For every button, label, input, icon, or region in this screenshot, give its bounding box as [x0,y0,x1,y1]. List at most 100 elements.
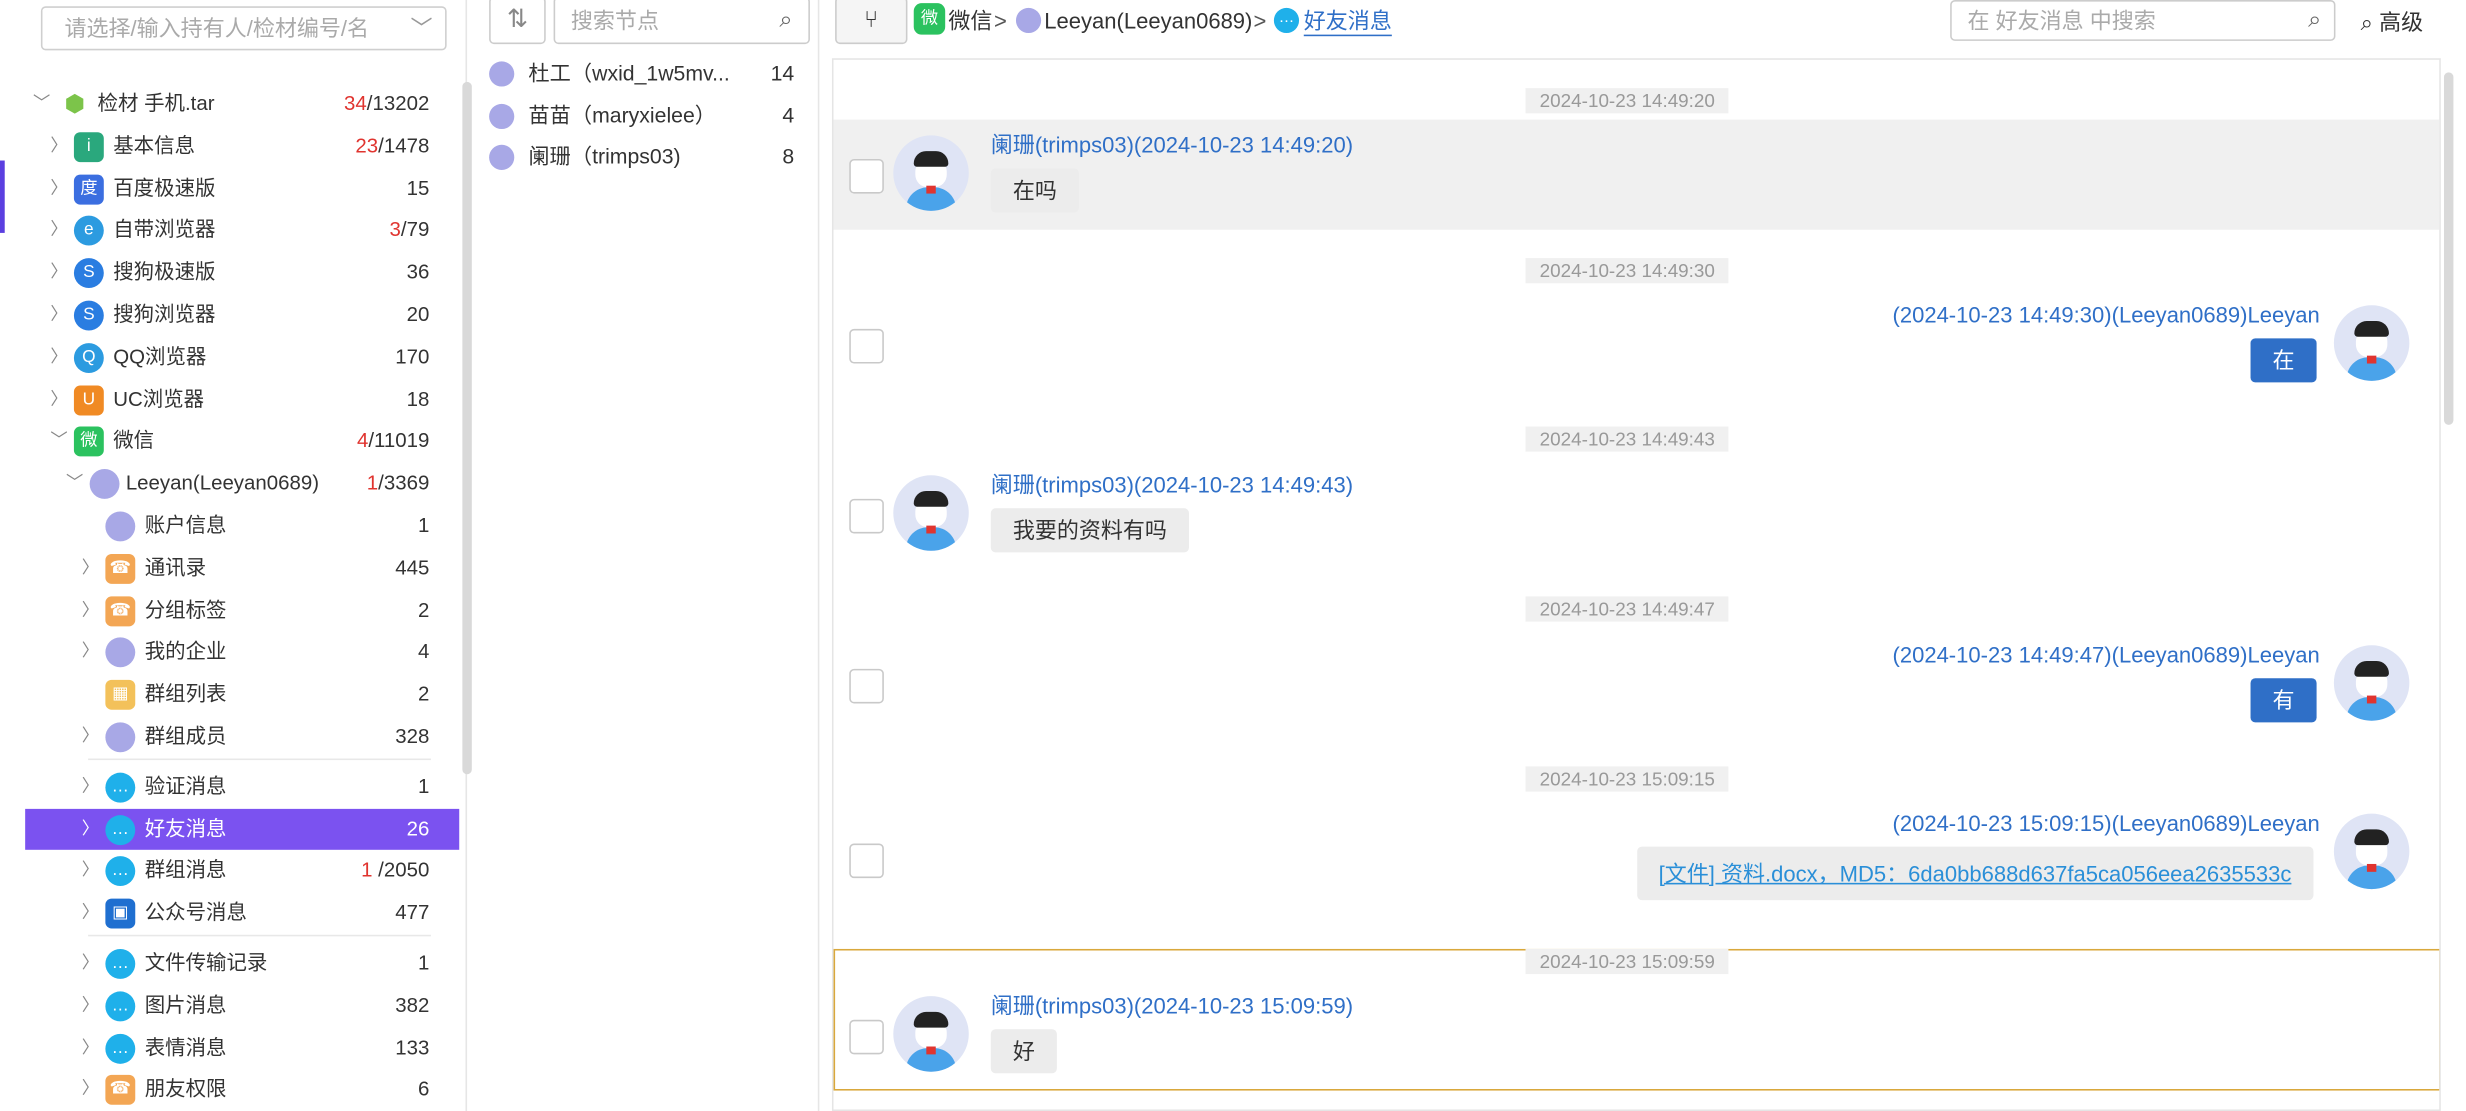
user-avatar-icon [1015,7,1042,34]
tree-item-count: 133 [395,1034,430,1059]
tree-item-label: 表情消息 [144,1034,227,1059]
chevron-right-icon[interactable]: 〉 [82,632,99,674]
chevron-right-icon[interactable]: 〉 [82,589,99,631]
tree-item-sogou-fast[interactable]: 〉 S 搜狗极速版 36 [25,252,459,294]
tree-item-root[interactable]: ﹀ ⬢ 检材 手机.tar 34/13202 [25,83,459,125]
chevron-right-icon[interactable]: 〉 [50,379,67,421]
chat-bubble-icon: … [105,814,136,845]
chevron-down-icon[interactable]: ﹀ [410,8,432,49]
message-sender: 阑珊(trimps03)(2024-10-23 14:49:20) [990,132,1354,158]
tree-item-uc-browser[interactable]: 〉 U UC浏览器 18 [25,379,459,421]
tree-item-moments-permission[interactable]: 〉 ☎ 朋友权限 6 [25,1069,459,1111]
node-search-input[interactable]: 搜索节点 ⌕ [553,0,810,45]
tree-item-sogou[interactable]: 〉 S 搜狗浏览器 20 [25,294,459,336]
tree-item-label: 好友消息 [144,816,227,840]
chat-scrollbar[interactable] [2443,72,2454,425]
permission-icon: ☎ [105,1075,136,1106]
breadcrumb-separator: > [993,7,1007,34]
message-bubble[interactable]: 好 [990,1029,1057,1074]
search-icon[interactable]: ⌕ [2308,2,2321,40]
tree-item-group-tags[interactable]: 〉 ☎ 分组标签 2 [25,589,459,631]
message-checkbox[interactable] [849,158,884,194]
message-checkbox[interactable] [849,328,884,364]
tree-item-basic-info[interactable]: 〉 i 基本信息 23/1478 [25,126,459,168]
tree-item-group-messages[interactable]: 〉 … 群组消息 1 /2050 [25,850,459,892]
chevron-right-icon[interactable]: 〉 [82,547,99,589]
user-avatar-icon [489,144,515,170]
chevron-down-icon[interactable]: ﹀ [66,463,83,505]
contact-item[interactable]: 杜工（wxid_1w5mv... 14 [489,55,804,93]
tree-item-official-accounts[interactable]: 〉 ▣ 公众号消息 477 [25,893,459,935]
tree-item-image-messages[interactable]: 〉 … 图片消息 382 [25,985,459,1027]
chevron-right-icon[interactable]: 〉 [50,210,67,252]
branch-button[interactable]: ⑂ [835,0,908,45]
tree-item-builtin-browser[interactable]: 〉 e 自带浏览器 3/79 [25,210,459,252]
chevron-right-icon[interactable]: 〉 [82,716,99,758]
contact-item[interactable]: 苗苗（maryxielee） 4 [489,98,804,136]
tree-item-group-list[interactable]: ▦ 群组列表 2 [25,674,459,716]
message-checkbox[interactable] [849,668,884,704]
chevron-right-icon[interactable]: 〉 [82,1069,99,1111]
tree-item-count: 2 [417,681,430,706]
chevron-right-icon[interactable]: 〉 [50,336,67,378]
message-bubble[interactable]: 我要的资料有吗 [990,508,1189,553]
tree-item-group-members[interactable]: 〉 群组成员 328 [25,716,459,758]
tree-item-emoji-messages[interactable]: 〉 … 表情消息 133 [25,1027,459,1069]
breadcrumb-account[interactable]: Leeyan(Leeyan0689) [1044,6,1252,34]
breadcrumb-wechat[interactable]: 微信 [948,6,992,34]
message-checkbox[interactable] [849,1019,884,1055]
chevron-right-icon[interactable]: 〉 [82,766,99,808]
contact-count: 8 [782,144,795,169]
tree-item-my-company[interactable]: 〉 我的企业 4 [25,632,459,674]
contact-item[interactable]: 阑珊（trimps03) 8 [489,138,804,176]
evidence-selector[interactable]: 请选择/输入持有人/检材编号/名 ﹀ [40,6,447,51]
chevron-right-icon[interactable]: 〉 [50,168,67,210]
tree-item-baidu[interactable]: 〉 度 百度极速版 15 [25,168,459,210]
chevron-right-icon[interactable]: 〉 [82,943,99,985]
chevron-right-icon[interactable]: 〉 [82,808,99,850]
tree-item-account-info[interactable]: 账户信息 1 [25,505,459,547]
evidence-tree: ﹀ ⬢ 检材 手机.tar 34/13202 〉 i 基本信息 23/1478 … [25,83,460,1111]
user-avatar-icon [89,469,120,500]
baidu-icon: 度 [73,174,104,204]
chevron-right-icon[interactable]: 〉 [82,850,99,892]
advanced-search-button[interactable]: ⌕ 高级 [2361,6,2423,37]
message-timestamp: 2024-10-23 14:49:43 [1525,426,1730,452]
tree-item-file-transfer[interactable]: 〉 … 文件传输记录 1 [25,943,459,985]
message-bubble[interactable]: 有 [2250,678,2317,723]
sort-button[interactable]: ⇅ [489,0,546,45]
search-icon[interactable]: ⌕ [779,0,792,42]
chevron-right-icon[interactable]: 〉 [82,1027,99,1069]
message-checkbox[interactable] [849,498,884,534]
owner-avatar [2333,813,2410,890]
tree-item-verify-messages[interactable]: 〉 … 验证消息 1 [25,766,459,808]
tree-item-count: 3/79 [389,217,430,242]
chevron-down-icon[interactable]: ﹀ [33,83,50,125]
chat-bubble-icon: … [105,991,136,1021]
tree-item-friend-messages[interactable]: 〉 … 好友消息 26 [25,808,460,851]
tree-item-label: 搜狗极速版 [113,259,216,284]
tree-item-wechat[interactable]: ﹀ 微 微信 4/11019 [25,421,459,463]
tree-item-count: 445 [395,555,430,579]
chevron-down-icon[interactable]: ﹀ [50,421,67,463]
qq-browser-icon: Q [73,342,104,373]
tree-item-contacts[interactable]: 〉 ☎ 通讯录 445 [25,547,459,589]
message-bubble[interactable]: 在吗 [990,168,1079,213]
tree-item-label: Leeyan(Leeyan0689) [125,470,320,495]
message-search-input[interactable]: 在 好友消息 中搜索 ⌕ [1950,0,2336,41]
file-message-link[interactable]: [文件] 资料.docx，MD5：6da0bb688d637fa5ca056ee… [1636,846,2314,901]
tree-item-account[interactable]: ﹀ Leeyan(Leeyan0689) 1/3369 [25,463,459,505]
chevron-right-icon[interactable]: 〉 [82,985,99,1027]
message-timestamp: 2024-10-23 14:49:20 [1525,88,1730,114]
chevron-right-icon[interactable]: 〉 [82,893,99,935]
breadcrumb-current[interactable]: 好友消息 [1303,6,1392,37]
message-bubble[interactable]: 在 [2250,338,2317,383]
contact-avatar [893,475,969,551]
message-checkbox[interactable] [849,843,884,879]
uc-icon: U [73,384,104,415]
tree-scrollbar[interactable] [462,81,472,775]
tree-item-qq-browser[interactable]: 〉 Q QQ浏览器 170 [25,336,459,378]
chevron-right-icon[interactable]: 〉 [50,252,67,294]
chevron-right-icon[interactable]: 〉 [50,294,67,336]
chevron-right-icon[interactable]: 〉 [50,126,67,168]
